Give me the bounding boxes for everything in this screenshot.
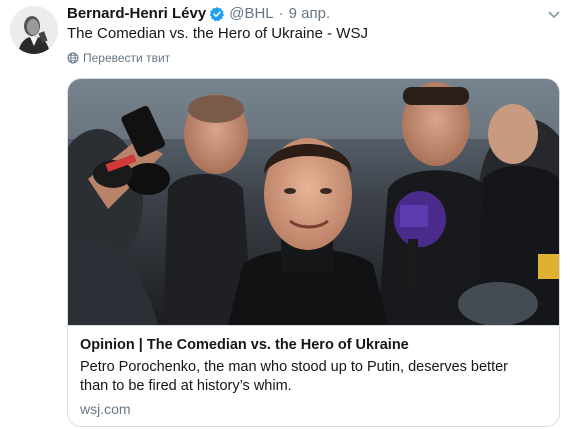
tweet-timestamp[interactable]: 9 апр. xyxy=(289,4,330,24)
tweet-header: Bernard-Henri Lévy @BHL · 9 апр. xyxy=(67,4,330,24)
author-handle[interactable]: @BHL xyxy=(229,4,273,24)
card-image[interactable] xyxy=(68,79,559,325)
globe-icon xyxy=(67,52,79,64)
verified-badge-icon xyxy=(209,6,225,22)
link-card[interactable]: Opinion | The Comedian vs. the Hero of U… xyxy=(67,78,560,427)
translate-label: Перевести твит xyxy=(83,51,171,65)
card-body[interactable]: Opinion | The Comedian vs. the Hero of U… xyxy=(68,325,559,417)
author-name[interactable]: Bernard-Henri Lévy xyxy=(67,4,206,24)
card-domain: wsj.com xyxy=(80,401,131,417)
separator-dot: · xyxy=(278,5,284,22)
card-description: Petro Porochenko, the man who stood up t… xyxy=(80,359,509,394)
tweet-text: The Comedian vs. the Hero of Ukraine - W… xyxy=(67,25,368,42)
card-title: Opinion | The Comedian vs. the Hero of U… xyxy=(80,337,409,353)
chevron-down-icon[interactable] xyxy=(547,8,561,22)
translate-tweet-link[interactable]: Перевести твит xyxy=(67,50,170,66)
avatar[interactable] xyxy=(10,6,58,54)
tweet[interactable]: Bernard-Henri Lévy @BHL · 9 апр. The Com… xyxy=(0,0,570,429)
